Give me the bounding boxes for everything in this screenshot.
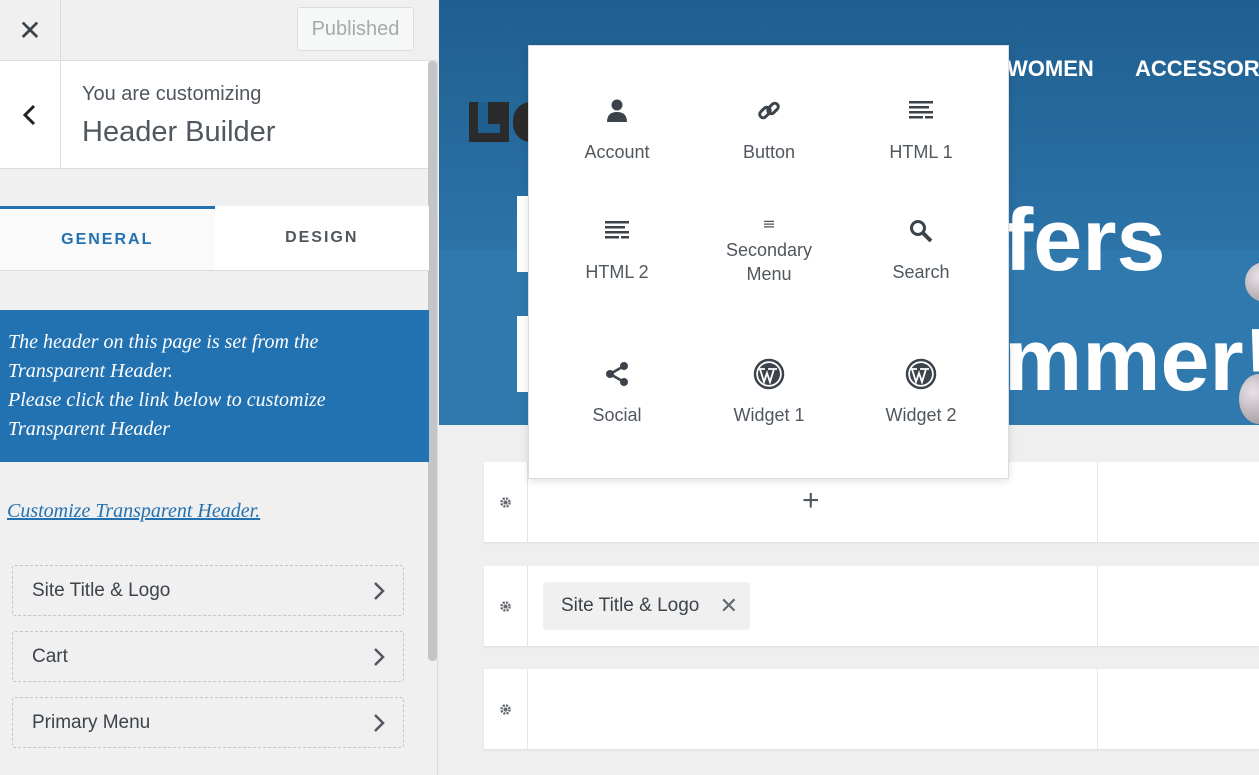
item-label: Site Title & Logo xyxy=(32,579,171,601)
element-label: Account xyxy=(584,142,650,162)
share-icon xyxy=(606,362,628,386)
notice-line: The header on this page is set from the xyxy=(8,331,319,353)
element-label: Secondary Menu xyxy=(725,240,813,284)
close-icon: ✕ xyxy=(18,14,42,46)
element-label: Widget 1 xyxy=(733,405,805,425)
tab-general[interactable]: GENERAL xyxy=(0,206,215,270)
element-html-1[interactable]: HTML 1 xyxy=(846,46,996,166)
chevron-right-icon xyxy=(374,713,385,732)
element-label: Widget 2 xyxy=(885,405,957,425)
row-settings-button[interactable] xyxy=(484,669,528,749)
section-header: You are customizing Header Builder xyxy=(0,61,429,169)
panel-tabs: GENERAL DESIGN xyxy=(0,206,429,271)
element-secondary-menu[interactable]: Secondary Menu xyxy=(694,166,844,286)
notice-line: Transparent Header xyxy=(8,418,171,440)
site-title-logo-chip[interactable]: Site Title & Logo ✕ xyxy=(543,582,750,630)
wordpress-icon xyxy=(753,358,785,390)
link-icon xyxy=(758,101,780,120)
element-account[interactable]: Account xyxy=(542,46,692,166)
panel-scrollbar[interactable] xyxy=(428,61,437,661)
item-label: Primary Menu xyxy=(32,711,151,733)
customizer-panel: ✕ Published You are customizing Header B… xyxy=(0,0,438,775)
chevron-right-icon xyxy=(374,647,385,666)
element-html-2[interactable]: HTML 2 xyxy=(542,166,692,286)
element-button[interactable]: Button xyxy=(694,46,844,166)
element-social[interactable]: Social xyxy=(542,309,692,429)
customize-transparent-header-link[interactable]: Customize Transparent Header. xyxy=(7,500,260,523)
item-site-title-logo[interactable]: Site Title & Logo xyxy=(12,565,404,616)
chevron-right-icon xyxy=(374,581,385,600)
nav-link-accessories[interactable]: ACCESSORIE xyxy=(1135,56,1259,82)
account-icon xyxy=(607,99,627,122)
gear-icon xyxy=(500,703,511,715)
text-align-icon xyxy=(605,221,629,239)
gear-icon xyxy=(500,600,511,612)
add-element-popup: Account Button HTML 1 HTML 2 Secondary M… xyxy=(528,45,1009,479)
element-label: Button xyxy=(742,142,796,162)
element-label: HTML 1 xyxy=(889,142,953,162)
text-align-icon xyxy=(909,101,933,119)
tab-design[interactable]: DESIGN xyxy=(215,206,430,270)
page-title: Header Builder xyxy=(82,116,276,148)
element-label: HTML 2 xyxy=(585,262,649,282)
element-label: Search xyxy=(892,262,950,282)
row-column-divider xyxy=(1097,566,1098,646)
gear-icon xyxy=(500,496,511,508)
row-settings-button[interactable] xyxy=(484,462,528,542)
hero-heading-line1: fers xyxy=(1004,190,1166,289)
row-settings-button[interactable] xyxy=(484,566,528,646)
close-button[interactable]: ✕ xyxy=(0,0,61,60)
search-icon xyxy=(910,220,933,243)
element-search[interactable]: Search xyxy=(846,166,996,286)
wordpress-icon xyxy=(905,358,937,390)
item-cart[interactable]: Cart xyxy=(12,631,404,682)
notice-line: Please click the link below to customize xyxy=(8,389,326,411)
customizer-topbar: ✕ Published xyxy=(0,0,438,61)
chip-label: Site Title & Logo xyxy=(561,595,700,616)
transparent-header-notice: The header on this page is set from the … xyxy=(0,310,429,462)
customizing-label: You are customizing xyxy=(82,83,262,105)
nav-link-women[interactable]: WOMEN xyxy=(1007,56,1094,82)
hero-heading-line2: mmer! xyxy=(1004,310,1259,409)
published-button[interactable]: Published xyxy=(297,7,414,51)
item-primary-menu[interactable]: Primary Menu xyxy=(12,697,404,748)
element-widget-1[interactable]: Widget 1 xyxy=(694,309,844,429)
remove-icon[interactable]: ✕ xyxy=(720,593,738,619)
element-widget-2[interactable]: Widget 2 xyxy=(846,309,996,429)
row-column-divider xyxy=(1097,462,1098,542)
element-label: Social xyxy=(592,405,642,425)
builder-row-bottom xyxy=(484,669,1259,749)
row-column-divider xyxy=(1097,669,1098,749)
back-button[interactable] xyxy=(0,61,61,168)
site-logo[interactable] xyxy=(469,102,509,142)
menu-icon xyxy=(763,220,775,228)
chevron-left-icon xyxy=(22,104,36,125)
add-element-button[interactable]: + xyxy=(802,486,820,516)
item-label: Cart xyxy=(32,645,68,667)
notice-line: Transparent Header. xyxy=(8,360,173,382)
builder-row-main: Site Title & Logo ✕ xyxy=(484,566,1259,646)
